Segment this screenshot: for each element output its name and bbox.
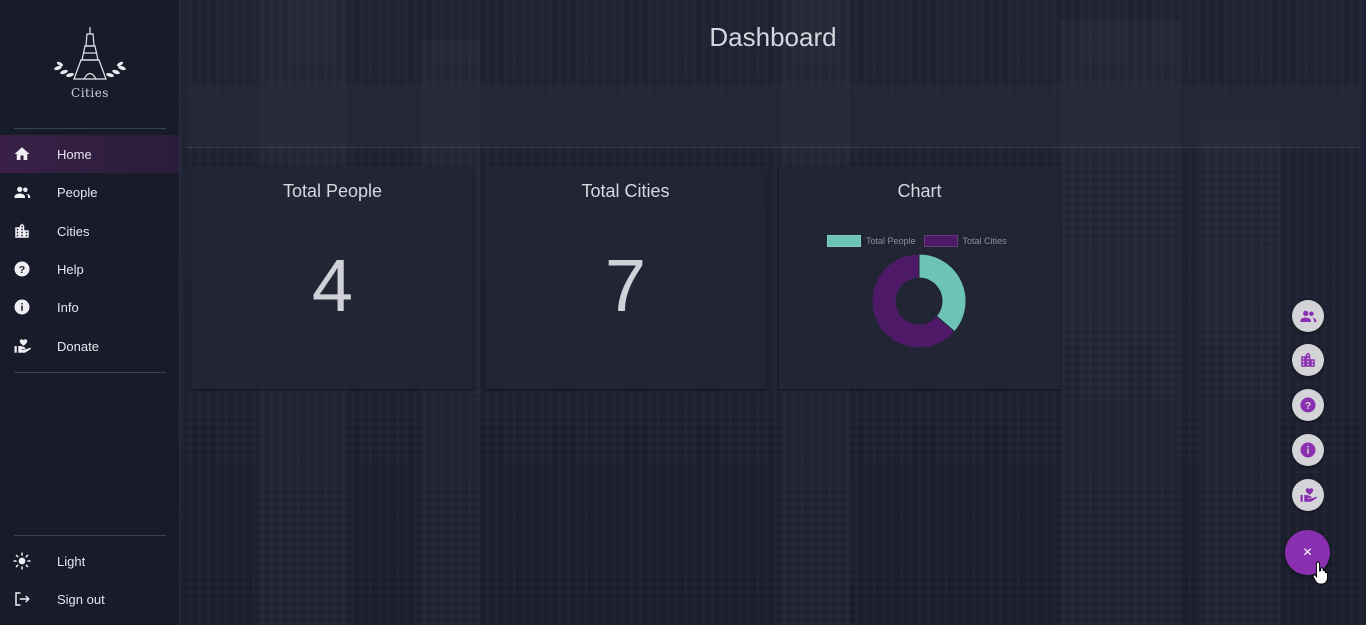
help-icon: ? xyxy=(13,260,31,278)
sidebar-divider-top xyxy=(14,128,166,129)
building-icon xyxy=(13,222,31,240)
card-value: 4 xyxy=(311,244,354,327)
donate-icon xyxy=(1300,488,1317,502)
pie-slice-total-people[interactable] xyxy=(918,253,967,333)
fab-donate-button[interactable] xyxy=(1292,479,1324,511)
sidebar-item-help[interactable]: ? Help xyxy=(0,250,179,288)
info-icon xyxy=(13,298,31,316)
logo-text: Cities xyxy=(71,86,109,100)
legend-item-cities[interactable]: Total Cities xyxy=(923,235,1007,247)
sidebar-item-label: Home xyxy=(57,146,92,162)
page-title: Dashboard xyxy=(709,22,837,52)
help-icon: ? xyxy=(1300,397,1316,413)
sidebar-item-label: Donate xyxy=(57,338,99,354)
eiffel-logo[interactable]: Cities xyxy=(48,24,132,104)
card-value: 7 xyxy=(604,244,647,327)
svg-text:?: ? xyxy=(19,264,25,276)
people-icon xyxy=(13,183,31,201)
legend-label: Total Cities xyxy=(962,236,1007,246)
app-window: Cities Home People Cities ? Help Info Do… xyxy=(0,0,1366,625)
sidebar-item-label: Sign out xyxy=(57,591,105,607)
sidebar-item-label: Light xyxy=(57,553,86,569)
donut-chart xyxy=(871,253,967,349)
sidebar-item-home[interactable]: Home xyxy=(0,135,179,173)
legend-label: Total People xyxy=(866,236,916,246)
chart-legend: Total People Total Cities xyxy=(827,235,1015,247)
svg-text:?: ? xyxy=(1305,400,1311,412)
sign-out-icon xyxy=(13,590,31,608)
hand-cursor-icon xyxy=(1312,561,1328,585)
sidebar-item-label: Info xyxy=(57,299,79,315)
card-total-people: Total People 4 xyxy=(192,166,473,389)
sidebar-item-donate[interactable]: Donate xyxy=(0,327,179,365)
card-title: Chart xyxy=(897,181,942,201)
home-icon xyxy=(13,145,31,163)
building-icon xyxy=(1301,352,1315,367)
info-icon xyxy=(1300,442,1316,458)
card-total-cities: Total Cities 7 xyxy=(485,166,766,389)
toolbar-band xyxy=(186,83,1360,148)
eiffel-tower-icon xyxy=(54,27,126,80)
fab-info-button[interactable] xyxy=(1292,434,1324,466)
legend-swatch xyxy=(923,235,958,247)
sidebar-item-light[interactable]: Light xyxy=(0,542,179,580)
sidebar-item-sign-out[interactable]: Sign out xyxy=(0,580,179,618)
sidebar-item-cities[interactable]: Cities xyxy=(0,212,179,250)
legend-swatch xyxy=(827,235,861,247)
sidebar-divider-bottom xyxy=(14,535,166,536)
close-icon: × xyxy=(1302,543,1313,561)
sidebar-item-label: Help xyxy=(57,261,84,277)
card-title: Total People xyxy=(282,181,383,201)
donate-icon xyxy=(13,337,31,355)
sidebar-item-label: Cities xyxy=(57,223,90,239)
sidebar-item-info[interactable]: Info xyxy=(0,288,179,326)
card-title: Total Cities xyxy=(581,181,670,201)
sidebar-item-label: People xyxy=(57,184,98,200)
fab-cities-button[interactable] xyxy=(1292,344,1324,376)
sidebar-item-people[interactable]: People xyxy=(0,173,179,211)
people-icon xyxy=(1300,310,1317,322)
fab-people-button[interactable] xyxy=(1292,300,1324,332)
card-chart: Chart Total People Total Cities xyxy=(779,166,1060,389)
sun-icon xyxy=(13,552,31,570)
sidebar-divider-mid xyxy=(14,372,166,373)
fab-help-button[interactable]: ? xyxy=(1292,389,1324,421)
legend-item-people[interactable]: Total People xyxy=(827,235,916,247)
sidebar: Cities Home People Cities ? Help Info Do… xyxy=(0,0,180,625)
